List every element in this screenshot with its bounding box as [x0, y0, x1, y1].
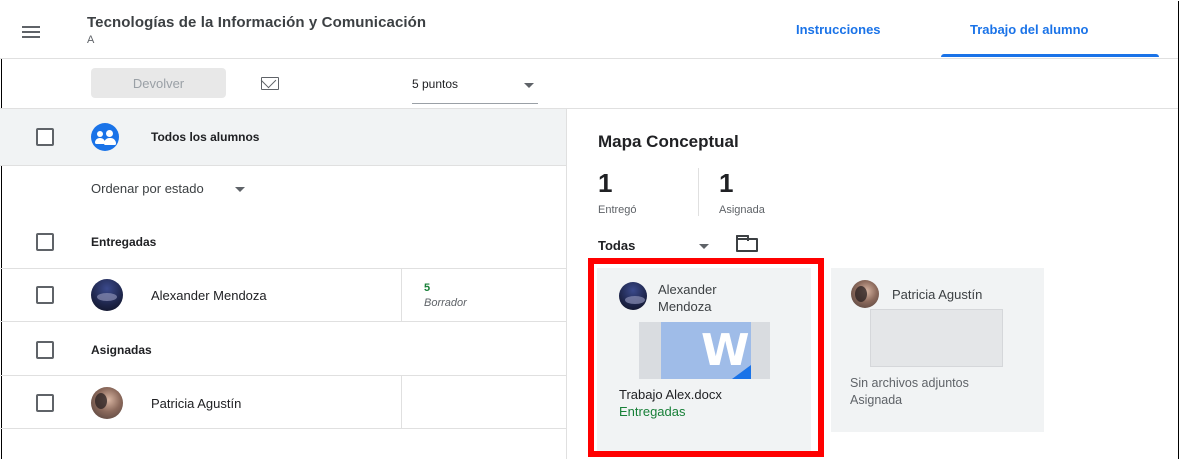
- tab-instructions[interactable]: Instrucciones: [796, 22, 881, 37]
- assigned-group-checkbox[interactable]: [36, 341, 54, 359]
- turned-in-group-checkbox[interactable]: [36, 233, 54, 251]
- group-icon: [91, 123, 119, 151]
- student-name: Patricia Agustín: [151, 396, 242, 411]
- top-bar: Tecnologías de la Información y Comunica…: [0, 0, 1178, 59]
- assigned-label: Asignada: [719, 204, 765, 216]
- divider: [0, 165, 566, 166]
- empty-thumbnail: [870, 309, 1003, 367]
- card-student-first-name: Alexander: [658, 282, 717, 297]
- sort-by-status-dropdown[interactable]: Ordenar por estado: [91, 181, 204, 196]
- submission-status: Entregadas: [619, 404, 686, 419]
- assigned-count: 1: [719, 168, 734, 198]
- assignment-title: Mapa Conceptual: [598, 132, 739, 151]
- grade-value[interactable]: 5: [424, 282, 430, 294]
- course-title[interactable]: Tecnologías de la Información y Comunica…: [87, 14, 426, 31]
- tab-student-work[interactable]: Trabajo del alumno: [970, 22, 1088, 37]
- card-student-last-name: Mendoza: [658, 299, 712, 314]
- page-fold: [732, 365, 751, 379]
- points-value: 5 puntos: [412, 77, 459, 91]
- course-section: A: [87, 34, 95, 46]
- student-row-alexander[interactable]: Alexander Mendoza: [0, 269, 566, 321]
- avatar: [851, 280, 879, 308]
- return-button[interactable]: Devolver: [91, 68, 226, 98]
- divider: [0, 428, 566, 429]
- file-thumbnail[interactable]: W: [639, 322, 770, 379]
- chevron-down-icon: [699, 244, 709, 249]
- divider: [0, 321, 566, 322]
- points-select[interactable]: 5 puntos: [412, 77, 538, 104]
- folder-icon[interactable]: [736, 235, 758, 252]
- all-students-row[interactable]: Todos los alumnos: [0, 109, 566, 165]
- student-name: Alexander Mendoza: [151, 288, 267, 303]
- stat-divider: [698, 168, 699, 216]
- group-label-turned-in: Entregadas: [91, 235, 157, 249]
- hamburger-menu-icon[interactable]: [22, 26, 40, 38]
- student-checkbox[interactable]: [36, 286, 54, 304]
- grade-column-divider: [401, 376, 402, 428]
- no-attachments-text: Sin archivos adjuntos: [850, 376, 969, 390]
- grade-column-divider: [401, 269, 402, 321]
- turned-in-label: Entregó: [598, 204, 637, 216]
- all-students-label: Todos los alumnos: [151, 130, 260, 144]
- attachment-file-name[interactable]: Trabajo Alex.docx: [619, 387, 722, 402]
- group-label-assigned: Asignadas: [91, 343, 152, 357]
- filter-dropdown[interactable]: Todas: [598, 238, 635, 253]
- all-students-checkbox[interactable]: [36, 128, 54, 146]
- email-icon[interactable]: [261, 77, 279, 90]
- pane-divider: [566, 109, 567, 459]
- submission-status: Asignada: [850, 393, 903, 407]
- word-document-icon: W: [661, 322, 751, 379]
- turned-in-count: 1: [598, 168, 613, 198]
- card-student-name: Patricia Agustín: [892, 287, 983, 302]
- active-tab-indicator: [941, 54, 1159, 57]
- student-row-patricia[interactable]: Patricia Agustín: [0, 376, 566, 428]
- avatar: [619, 282, 647, 310]
- chevron-down-icon: [524, 83, 534, 88]
- avatar: [91, 387, 123, 419]
- avatar: [91, 279, 123, 311]
- student-checkbox[interactable]: [36, 394, 54, 412]
- chevron-down-icon: [235, 187, 245, 192]
- sort-label: Ordenar por estado: [91, 181, 204, 196]
- grade-status: Borrador: [424, 297, 467, 309]
